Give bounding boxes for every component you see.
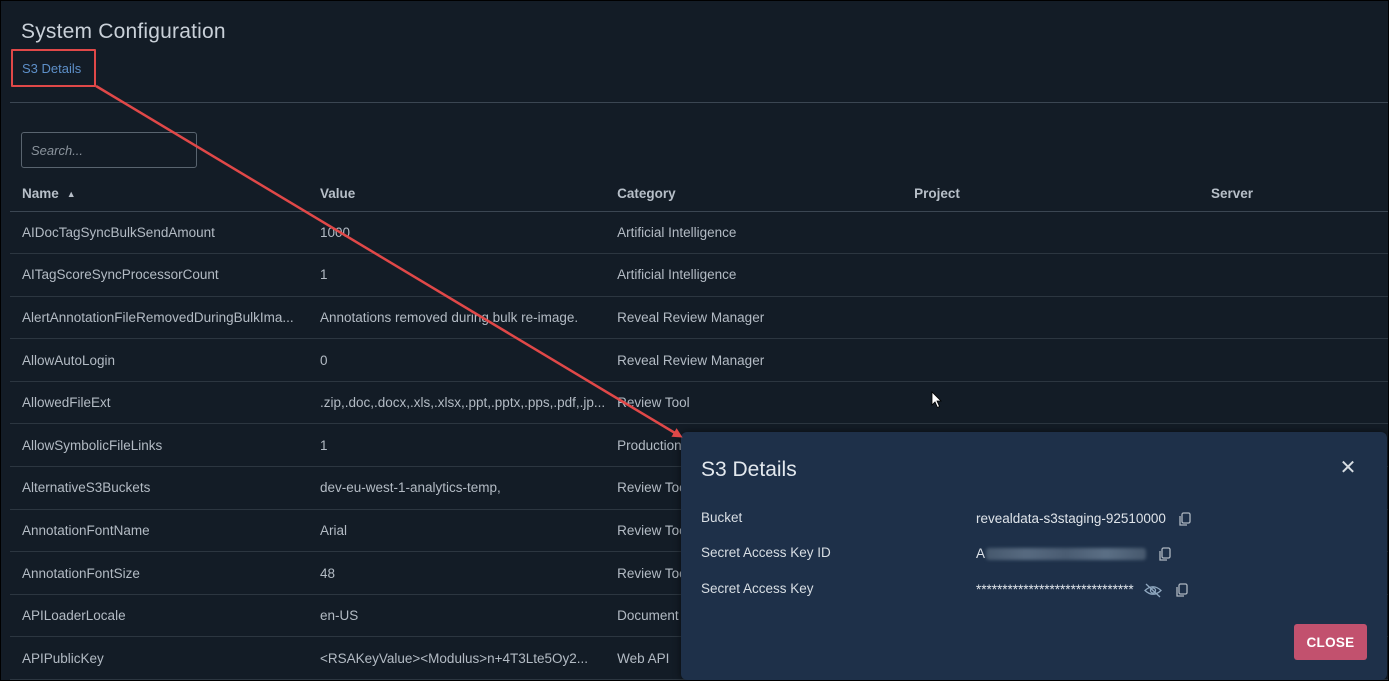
cell-name: AnnotationFontName bbox=[10, 509, 308, 553]
redacted-blur bbox=[986, 548, 1147, 561]
cell-project bbox=[902, 211, 1199, 255]
cell-value: Annotations removed during bulk re-image… bbox=[307, 296, 606, 340]
cell-value: 0 bbox=[307, 338, 606, 382]
modal-title: S3 Details bbox=[701, 458, 797, 481]
column-header-name-label: Name bbox=[22, 185, 59, 201]
header-divider bbox=[10, 102, 1389, 103]
bucket-value-row: revealdata-s3staging-92510000 bbox=[976, 511, 1192, 527]
secret-key-value-row: ****************************** bbox=[976, 582, 1189, 598]
cell-server bbox=[1199, 211, 1389, 255]
cell-category: Review Tool bbox=[605, 381, 903, 425]
cell-project bbox=[902, 253, 1199, 297]
cell-value: 1 bbox=[307, 253, 606, 297]
cell-category: Artificial Intelligence bbox=[605, 211, 903, 255]
table-row[interactable]: AIDocTagSyncBulkSendAmount 1000 Artificial… bbox=[10, 211, 1389, 255]
key-id-value: A bbox=[976, 546, 986, 561]
secret-key-label: Secret Access Key bbox=[701, 581, 814, 596]
table-row[interactable]: AllowAutoLogin 0 Reveal Review Manager bbox=[10, 338, 1389, 382]
cell-server bbox=[1199, 381, 1389, 425]
cell-name: AlternativeS3Buckets bbox=[10, 466, 308, 510]
copy-icon[interactable] bbox=[1175, 583, 1189, 598]
cell-value: 1000 bbox=[307, 211, 606, 255]
cell-category: Reveal Review Manager bbox=[605, 296, 903, 340]
copy-icon[interactable] bbox=[1158, 547, 1172, 562]
key-id-value-row: A bbox=[976, 546, 1172, 562]
page-title: System Configuration bbox=[21, 20, 226, 43]
eye-slash-icon[interactable] bbox=[1143, 583, 1163, 598]
column-header-category[interactable]: Category bbox=[605, 176, 903, 212]
cell-project bbox=[902, 381, 1199, 425]
cell-name: AlertAnnotationFileRemovedDuringBulkIma.… bbox=[10, 296, 308, 340]
bucket-label: Bucket bbox=[701, 510, 743, 525]
cell-project bbox=[902, 296, 1199, 340]
table-row[interactable]: AlertAnnotationFileRemovedDuringBulkIma.… bbox=[10, 296, 1389, 340]
cell-category: Artificial Intelligence bbox=[605, 253, 903, 297]
cell-server bbox=[1199, 296, 1389, 340]
cell-project bbox=[902, 338, 1199, 382]
annotation-highlight-box bbox=[11, 49, 96, 87]
close-icon[interactable]: ✕ bbox=[1339, 458, 1357, 478]
cell-name: AnnotationFontSize bbox=[10, 551, 308, 595]
search-input[interactable] bbox=[21, 132, 197, 168]
cell-server bbox=[1199, 253, 1389, 297]
close-button[interactable]: CLOSE bbox=[1294, 624, 1367, 660]
cell-value: dev-eu-west-1-analytics-temp, bbox=[307, 466, 606, 510]
cell-value: 48 bbox=[307, 551, 606, 595]
cell-value: 1 bbox=[307, 423, 606, 468]
bucket-value: revealdata-s3staging-92510000 bbox=[976, 511, 1166, 526]
s3-details-modal: S3 Details ✕ Bucket revealdata-s3staging… bbox=[681, 432, 1387, 680]
cell-name: AllowedFileExt bbox=[10, 381, 308, 425]
cell-name: AllowAutoLogin bbox=[10, 338, 308, 382]
mouse-pointer-icon bbox=[931, 391, 942, 409]
table-row[interactable]: AllowedFileExt .zip,.doc,.docx,.xls,.xlsx… bbox=[10, 381, 1389, 425]
column-header-server[interactable]: Server bbox=[1199, 176, 1389, 212]
cell-value: Arial bbox=[307, 509, 606, 553]
cell-server bbox=[1199, 338, 1389, 382]
cell-name: AIDocTagSyncBulkSendAmount bbox=[10, 211, 308, 255]
column-header-project[interactable]: Project bbox=[902, 176, 1199, 212]
cell-value: .zip,.doc,.docx,.xls,.xlsx,.ppt,.pptx,.p… bbox=[307, 381, 606, 425]
table-row[interactable]: AITagScoreSyncProcessorCount 1 Artificial … bbox=[10, 253, 1389, 297]
table-header-row: Name ▲ Value Category Project Server bbox=[10, 176, 1389, 212]
cell-name: APILoaderLocale bbox=[10, 594, 308, 638]
copy-icon[interactable] bbox=[1178, 512, 1192, 527]
cell-value: en-US bbox=[307, 594, 606, 638]
cell-value: <RSAKeyValue><Modulus>n+4T3Lte5Oy2... bbox=[307, 636, 606, 681]
cell-name: APIPublicKey bbox=[10, 636, 308, 681]
key-id-label: Secret Access Key ID bbox=[701, 545, 831, 560]
column-header-value[interactable]: Value bbox=[307, 176, 606, 212]
sort-ascending-icon[interactable]: ▲ bbox=[67, 189, 76, 199]
cell-name: AllowSymbolicFileLinks bbox=[10, 423, 308, 468]
column-header-name[interactable]: Name ▲ bbox=[10, 176, 308, 212]
secret-key-value: ****************************** bbox=[976, 582, 1134, 597]
cell-category: Reveal Review Manager bbox=[605, 338, 903, 382]
cell-name: AITagScoreSyncProcessorCount bbox=[10, 253, 308, 297]
